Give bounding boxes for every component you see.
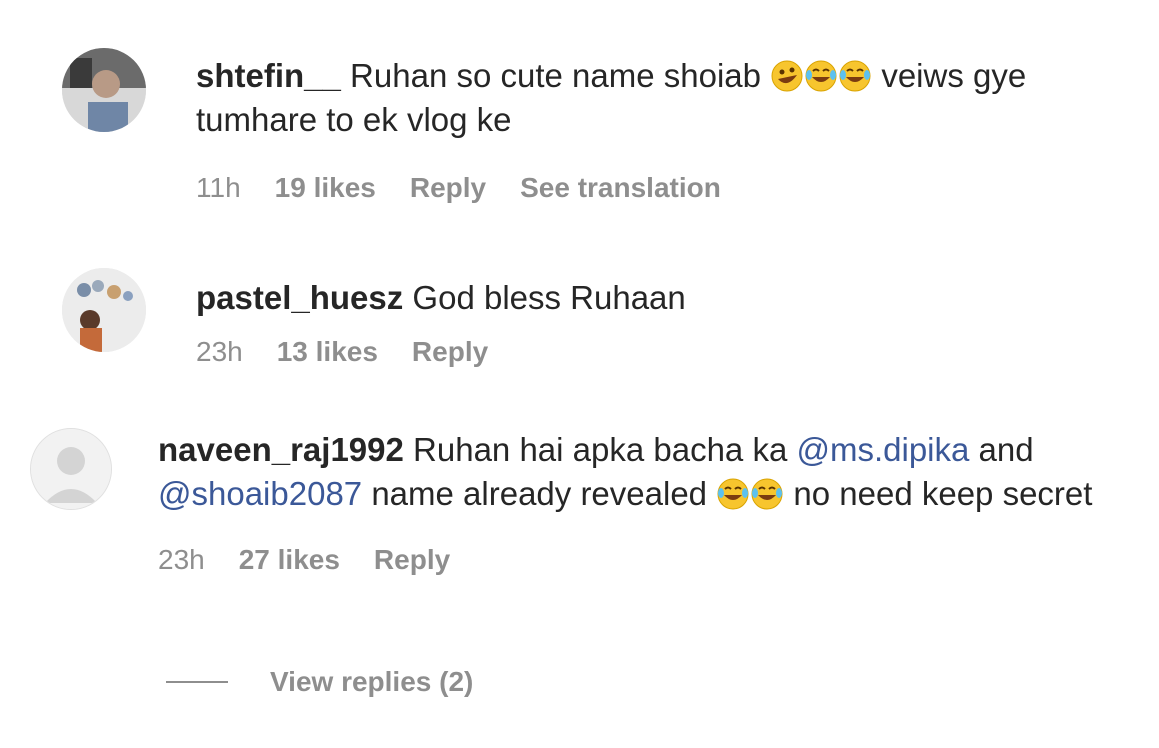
comment-body: name already revealed [371,475,708,512]
comment-body: Ruhan so cute name shoiab [350,57,761,94]
comment-body: and [978,431,1034,468]
comment-body: veiws gye [881,57,1027,94]
mention-link[interactable]: @ms.dipika [796,431,969,468]
avatar-photo-icon [62,268,146,352]
default-user-icon [31,429,111,509]
comment-text: pastel_huesz God bless Ruhaan [196,276,1146,320]
avatar[interactable] [30,428,112,510]
comment-time[interactable]: 23h [158,544,205,576]
comment-meta: 11h 19 likes Reply See translation [196,172,1146,204]
tears-of-joy-icon [750,477,784,511]
reply-button[interactable]: Reply [374,544,450,576]
comment-username[interactable]: pastel_huesz [196,279,403,316]
avatar[interactable] [62,268,146,352]
comment-meta: 23h 27 likes Reply [158,544,1148,576]
reply-button[interactable]: Reply [410,172,486,204]
tears-of-joy-icon [838,59,872,93]
comment-likes[interactable]: 13 likes [277,336,378,368]
comment-body: Ruhan hai apka bacha ka [413,431,788,468]
see-translation-button[interactable]: See translation [520,172,721,204]
view-replies-label: View replies (2) [270,666,474,697]
reply-button[interactable]: Reply [412,336,488,368]
rolling-on-floor-laughing-icon [770,59,804,93]
comment-text: shtefin__ Ruhan so cute name shoiab veiw… [196,54,1146,142]
comment-body: tumhare to ek vlog ke [196,101,512,138]
comment-text: naveen_raj1992 Ruhan hai apka bacha ka @… [158,428,1148,516]
comment-username[interactable]: shtefin__ [196,57,341,94]
comment-time[interactable]: 11h [196,172,241,204]
avatar-photo-icon [62,48,146,132]
view-replies-button[interactable]: View replies (2) [166,666,473,698]
comment-body: God bless Ruhaan [412,279,686,316]
comment-likes[interactable]: 27 likes [239,544,340,576]
tears-of-joy-icon [804,59,838,93]
comment-body: secret [1002,475,1093,512]
comment-likes[interactable]: 19 likes [275,172,376,204]
divider-line [166,681,228,683]
comment-time[interactable]: 23h [196,336,243,368]
tears-of-joy-icon [716,477,750,511]
mention-link[interactable]: @shoaib2087 [158,475,362,512]
comment-body: no need keep [793,475,994,512]
avatar[interactable] [62,48,146,132]
comment-meta: 23h 13 likes Reply [196,336,1146,368]
comment-username[interactable]: naveen_raj1992 [158,431,404,468]
